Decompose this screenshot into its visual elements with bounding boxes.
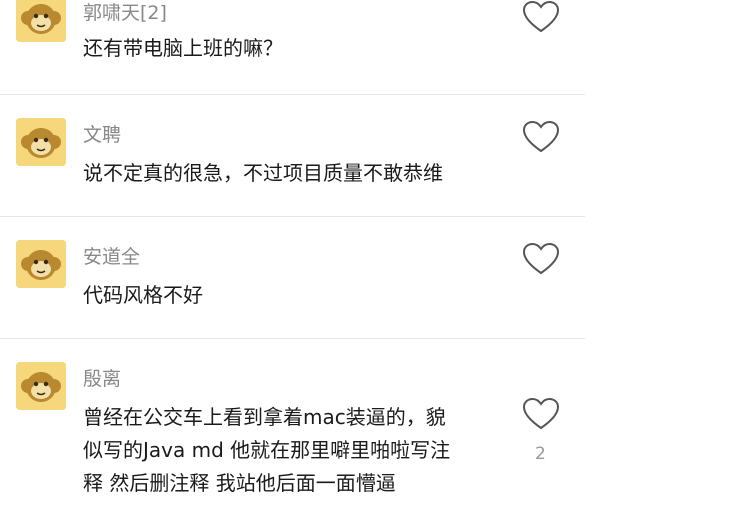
- comment-list: 郭啸天[2] 还有带电脑上班的嘛？ 文聘 说不定真的很急，不过项目质量不敢恭维 …: [0, 0, 585, 510]
- heart-outline-icon: [522, 120, 560, 153]
- comment-username[interactable]: 郭啸天[2]: [83, 1, 167, 25]
- like-button[interactable]: [522, 0, 560, 34]
- user-avatar[interactable]: [16, 240, 66, 288]
- monkey-avatar-icon: [16, 240, 66, 288]
- comment-item: 安道全 代码风格不好: [0, 217, 585, 339]
- monkey-avatar-icon: [16, 0, 66, 42]
- comment-text: 曾经在公交车上看到拿着mac装逼的，貌 似写的Java md 他就在那里噼里啪啦…: [83, 405, 451, 495]
- comment-page: 郭啸天[2] 还有带电脑上班的嘛？ 文聘 说不定真的很急，不过项目质量不敢恭维 …: [0, 0, 733, 510]
- comment-item: 郭啸天[2] 还有带电脑上班的嘛？: [0, 0, 585, 95]
- comment-username[interactable]: 殷离: [83, 367, 121, 391]
- like-button[interactable]: [522, 120, 560, 154]
- monkey-avatar-icon: [16, 118, 66, 166]
- background-area: [585, 0, 733, 510]
- like-count: 2: [535, 444, 546, 464]
- like-button[interactable]: [522, 397, 560, 431]
- heart-outline-icon: [522, 0, 560, 33]
- monkey-avatar-icon: [16, 362, 66, 410]
- comment-item: 殷离 曾经在公交车上看到拿着mac装逼的，貌 似写的Java md 他就在那里噼…: [0, 339, 585, 510]
- comment-item: 文聘 说不定真的很急，不过项目质量不敢恭维: [0, 95, 585, 217]
- heart-outline-icon: [522, 242, 560, 275]
- user-avatar[interactable]: [16, 0, 66, 42]
- like-button[interactable]: [522, 242, 560, 276]
- heart-outline-icon: [522, 397, 560, 430]
- comment-text: 说不定真的很急，不过项目质量不敢恭维: [83, 161, 443, 185]
- user-avatar[interactable]: [16, 362, 66, 410]
- comment-text: 还有带电脑上班的嘛？: [83, 36, 283, 60]
- comment-username[interactable]: 安道全: [83, 245, 140, 269]
- comment-text: 代码风格不好: [83, 283, 203, 307]
- comment-username[interactable]: 文聘: [83, 123, 121, 147]
- user-avatar[interactable]: [16, 118, 66, 166]
